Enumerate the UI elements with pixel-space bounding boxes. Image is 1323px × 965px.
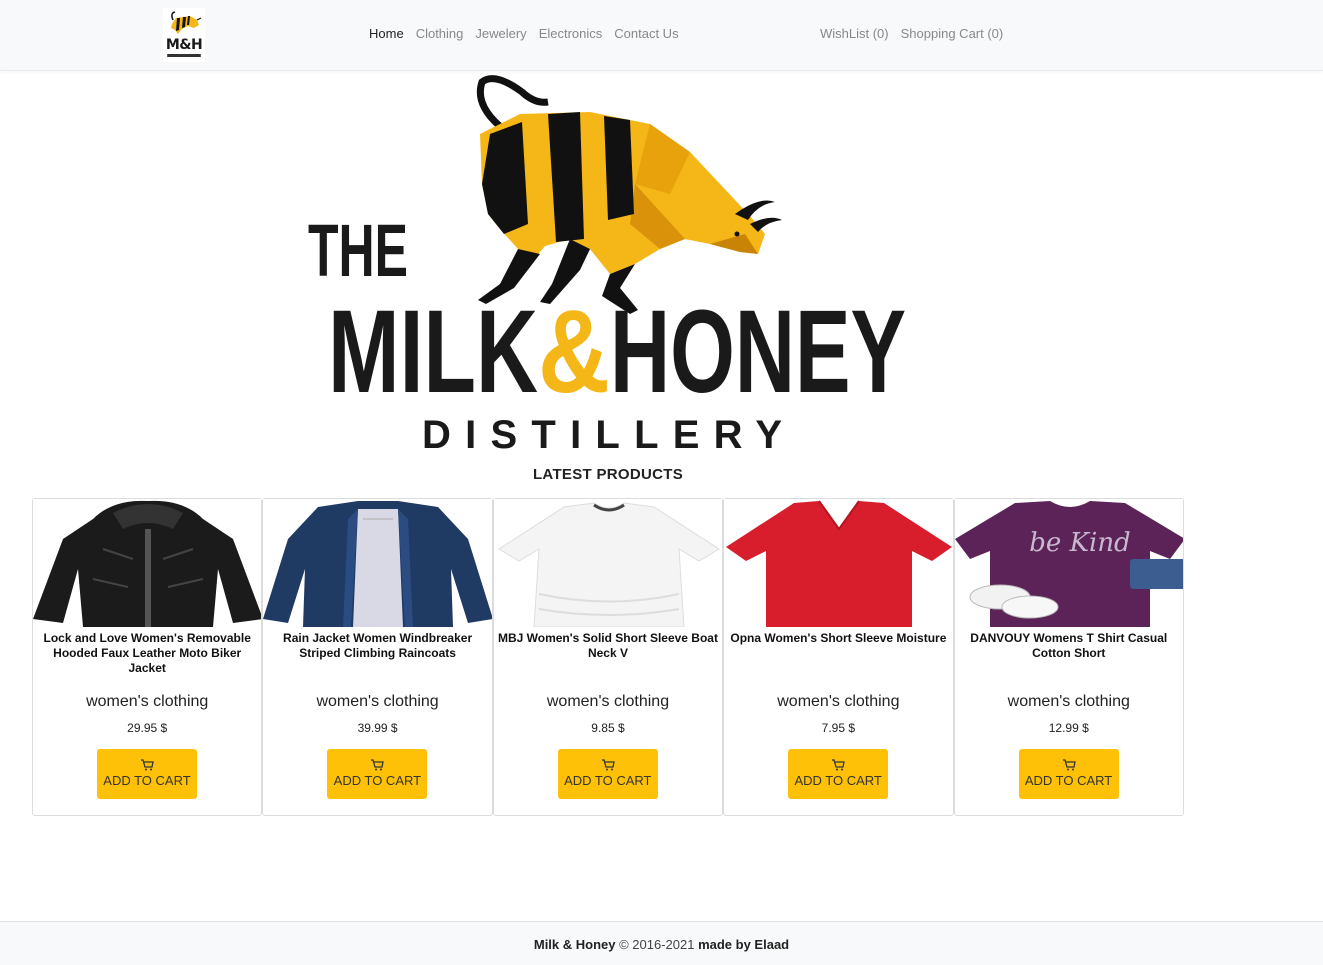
product-image[interactable] (263, 499, 492, 627)
white-tshirt-image (493, 499, 723, 627)
nav-clothing[interactable]: Clothing (410, 26, 470, 41)
user-nav: WishList (0) Shopping Cart (0) (814, 26, 1009, 41)
cart-icon (1062, 759, 1076, 771)
add-to-cart-label: ADD TO CART (103, 773, 191, 788)
footer-copyright: © 2016-2021 (615, 937, 699, 952)
add-to-cart-button[interactable]: ADD TO CART (1018, 749, 1119, 799)
add-to-cart-button[interactable]: ADD TO CART (557, 749, 658, 799)
add-to-cart-button[interactable]: ADD TO CART (97, 749, 197, 799)
hero-logo-distillery: DISTILLERY (422, 413, 782, 457)
product-category: women's clothing (316, 693, 439, 710)
brand-logo-subline (167, 54, 201, 57)
hero-logo-milk: MILK (328, 286, 538, 418)
product-title[interactable]: Opna Women's Short Sleeve Moisture (724, 631, 952, 646)
latest-products-heading: LATEST PRODUCTS (532, 466, 684, 483)
add-to-cart-button[interactable]: ADD TO CART (788, 749, 889, 799)
hero-logo-the: THE (308, 209, 408, 292)
nav-contact-us[interactable]: Contact Us (608, 26, 684, 41)
product-grid: Lock and Love Women's Removable Hooded F… (32, 498, 1184, 816)
navy-raincoat-image (263, 499, 492, 627)
hero-bull-icon (476, 75, 782, 314)
add-to-cart-label: ADD TO CART (564, 773, 652, 788)
product-price: 39.99 $ (357, 721, 398, 735)
purple-tshirt-image: be Kind (954, 499, 1183, 627)
footer-brand: Milk & Honey (533, 937, 616, 952)
product-card[interactable]: Opna Women's Short Sleeve Moisture women… (723, 498, 954, 816)
shirt-print-text: be Kind (1029, 528, 1130, 558)
nav-shopping-cart[interactable]: Shopping Cart (0) (895, 26, 1010, 41)
product-category: women's clothing (546, 693, 670, 710)
product-image[interactable] (724, 499, 953, 627)
brand-logo[interactable]: M&H (163, 8, 205, 62)
leather-jacket-image (33, 499, 262, 627)
footer: Milk & Honey © 2016-2021 made by Elaad (0, 921, 1323, 965)
footer-credit: made by Elaad (698, 937, 790, 952)
cart-icon (141, 759, 154, 771)
add-to-cart-button[interactable]: ADD TO CART (327, 749, 428, 799)
nav-electronics[interactable]: Electronics (533, 26, 609, 41)
product-card[interactable]: Lock and Love Women's Removable Hooded F… (32, 498, 263, 816)
nav-wishlist[interactable]: WishList (0) (814, 26, 895, 41)
product-title[interactable]: DANVOUY Womens T Shirt Casual Cotton Sho… (955, 631, 1183, 661)
nav-jewelery[interactable]: Jewelery (469, 26, 532, 41)
product-image[interactable] (493, 499, 723, 627)
product-image[interactable] (33, 499, 262, 627)
product-image[interactable]: be Kind (954, 499, 1183, 627)
product-price: 12.99 $ (1048, 721, 1089, 735)
product-category: women's clothing (1007, 693, 1130, 710)
cart-icon (371, 759, 385, 771)
product-title[interactable]: Lock and Love Women's Removable Hooded F… (33, 631, 261, 676)
product-title[interactable]: MBJ Women's Solid Short Sleeve Boat Neck… (494, 631, 722, 661)
cart-icon (601, 759, 615, 771)
product-card[interactable]: be Kind DANVOUY Womens T Shirt Casual Co… (953, 498, 1184, 816)
product-price: 9.85 $ (591, 721, 625, 735)
red-tshirt-image (724, 499, 953, 627)
bull-logo-icon (171, 11, 202, 34)
hero-logo-ampersand: & (538, 286, 610, 418)
add-to-cart-label: ADD TO CART (794, 773, 882, 788)
hero-logo-honey: HONEY (610, 286, 906, 418)
product-category: women's clothing (86, 693, 209, 710)
brand-logo-text: M&H (165, 37, 203, 53)
product-title[interactable]: Rain Jacket Women Windbreaker Striped Cl… (263, 631, 491, 661)
nav-home[interactable]: Home (363, 26, 410, 41)
add-to-cart-label: ADD TO CART (1024, 773, 1113, 788)
add-to-cart-label: ADD TO CART (333, 773, 422, 788)
product-category: women's clothing (777, 693, 900, 710)
navbar: M&H Home Clothing Jewelery Electronics C… (0, 0, 1323, 71)
product-card[interactable]: Rain Jacket Women Windbreaker Striped Cl… (262, 498, 493, 816)
hero-logo: THE MILK & HONEY DISTILLERY (308, 75, 906, 457)
product-price: 29.95 $ (127, 721, 168, 735)
product-price: 7.95 $ (821, 721, 856, 735)
cart-icon (832, 759, 845, 771)
product-card[interactable]: MBJ Women's Solid Short Sleeve Boat Neck… (492, 498, 724, 816)
main-nav: Home Clothing Jewelery Electronics Conta… (363, 26, 685, 41)
